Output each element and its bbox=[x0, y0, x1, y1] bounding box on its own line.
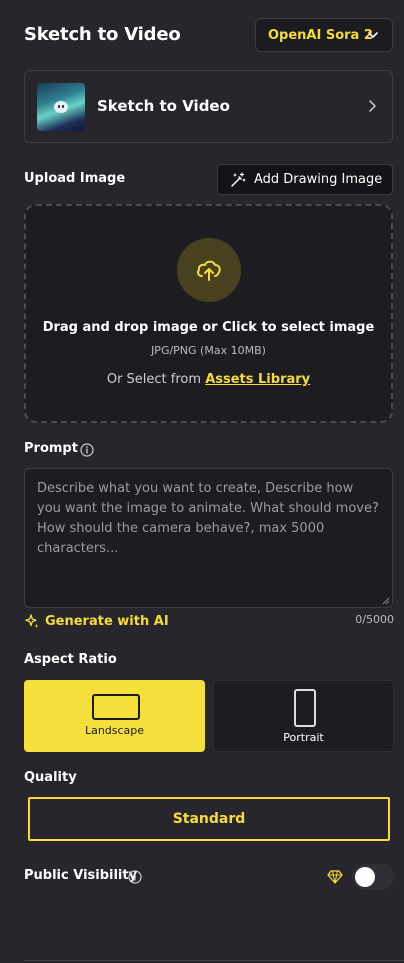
aspect-option-label: Landscape bbox=[84, 724, 145, 737]
info-icon[interactable] bbox=[80, 443, 94, 457]
magic-wand-icon bbox=[231, 171, 246, 187]
sparkles-icon bbox=[25, 614, 39, 628]
toggle-knob bbox=[355, 867, 375, 887]
aspect-option-label: Portrait bbox=[283, 731, 324, 744]
upload-icon-circle bbox=[177, 238, 241, 302]
dropzone-instruction: Drag and drop image or Click to select i… bbox=[42, 320, 375, 335]
aspect-option-landscape[interactable]: Landscape bbox=[24, 680, 205, 752]
model-select[interactable]: OpenAI Sora 2 bbox=[255, 18, 393, 52]
portrait-shape-icon bbox=[294, 689, 316, 727]
tool-card-name: Sketch to Video bbox=[97, 97, 230, 115]
model-select-value: OpenAI Sora 2 bbox=[268, 27, 373, 43]
image-dropzone[interactable]: Drag and drop image or Click to select i… bbox=[24, 204, 393, 423]
aspect-ratio-label: Aspect Ratio bbox=[24, 652, 117, 667]
divider bbox=[24, 960, 404, 961]
aspect-option-portrait[interactable]: Portrait bbox=[213, 680, 394, 752]
assets-library-link[interactable]: Assets Library bbox=[205, 372, 310, 387]
info-icon[interactable] bbox=[128, 870, 142, 884]
quality-standard-button[interactable]: Standard bbox=[28, 797, 390, 841]
quality-label: Quality bbox=[24, 770, 77, 785]
upload-cloud-icon bbox=[197, 260, 221, 281]
public-visibility-label: Public Visibility bbox=[24, 868, 138, 883]
character-count: 0/5000 bbox=[355, 613, 394, 626]
chevron-right-icon bbox=[369, 100, 376, 112]
tool-thumbnail bbox=[37, 83, 85, 131]
add-drawing-label: Add Drawing Image bbox=[254, 172, 383, 187]
page-title: Sketch to Video bbox=[24, 24, 181, 45]
diamond-icon bbox=[327, 870, 343, 884]
resize-handle-icon[interactable] bbox=[382, 597, 390, 605]
add-drawing-button[interactable]: Add Drawing Image bbox=[217, 164, 393, 195]
prompt-placeholder: Describe what you want to create, Descri… bbox=[37, 481, 379, 556]
dropzone-file-info: JPG/PNG (Max 10MB) bbox=[151, 344, 266, 357]
prompt-label: Prompt bbox=[24, 441, 78, 456]
assets-library-line: Or Select from Assets Library bbox=[26, 372, 391, 387]
landscape-shape-icon bbox=[92, 694, 140, 720]
generate-with-ai-button[interactable]: Generate with AI bbox=[24, 613, 169, 629]
public-visibility-toggle[interactable] bbox=[352, 864, 394, 890]
prompt-textarea[interactable]: Describe what you want to create, Descri… bbox=[24, 468, 393, 608]
chevron-down-icon bbox=[368, 32, 378, 38]
or-select-text: Or Select from bbox=[106, 372, 202, 387]
upload-image-label: Upload Image bbox=[24, 171, 126, 186]
generate-with-ai-label: Generate with AI bbox=[45, 613, 169, 629]
tool-card[interactable]: Sketch to Video bbox=[24, 70, 393, 143]
